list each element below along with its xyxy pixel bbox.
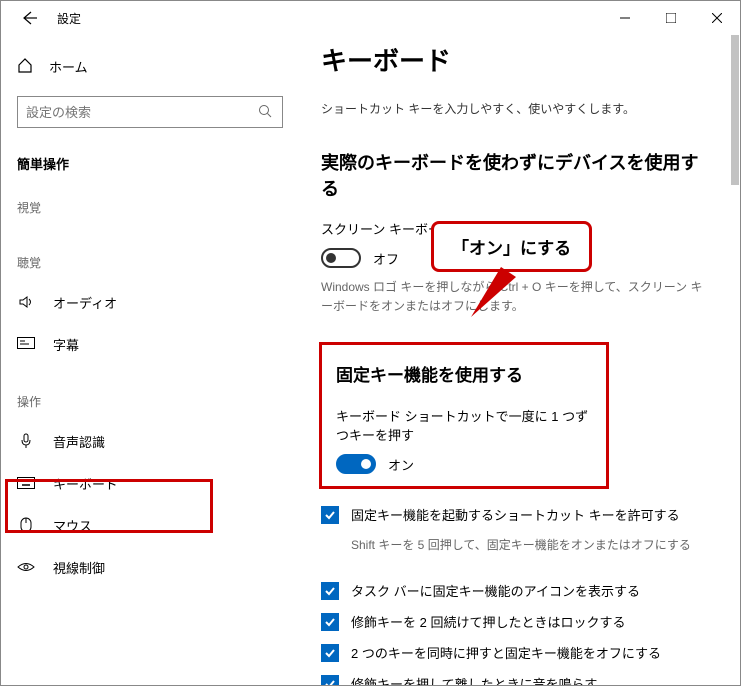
- page-title: キーボード: [321, 41, 708, 78]
- chk-two-label: 2 つのキーを同時に押すと固定キー機能をオフにする: [351, 643, 661, 662]
- sidebar-item-label: オーディオ: [53, 293, 117, 312]
- content-area: キーボード ショートカット キーを入力しやすく、使いやすくします。 実際のキーボ…: [299, 35, 740, 685]
- sidebar-item-label: キーボード: [53, 474, 118, 493]
- osk-hint: Windows ロゴ キーを押しながら Ctrl + O キーを押して、スクリー…: [321, 278, 708, 316]
- search-icon: [258, 104, 274, 121]
- close-button[interactable]: [694, 2, 740, 34]
- search-field[interactable]: [26, 105, 258, 120]
- group-vision: 視覚: [1, 189, 299, 226]
- audio-icon: [17, 294, 35, 310]
- sticky-toggle-state: オン: [388, 455, 414, 474]
- home-link[interactable]: ホーム: [1, 51, 299, 82]
- sticky-highlight: 固定キー機能を使用する キーボード ショートカットで一度に 1 つずつキーを押す…: [319, 342, 609, 489]
- sticky-label: キーボード ショートカットで一度に 1 つずつキーを押す: [336, 406, 592, 444]
- sidebar-item-audio[interactable]: オーディオ: [1, 281, 299, 323]
- chk-lock-label: 修飾キーを 2 回続けて押したときはロックする: [351, 612, 625, 631]
- mouse-icon: [17, 517, 35, 533]
- maximize-button[interactable]: [648, 2, 694, 34]
- group-interaction: 操作: [1, 383, 299, 420]
- chk-shortcut-label: 固定キー機能を起動するショートカット キーを許可する: [351, 505, 680, 524]
- sidebar-item-label: マウス: [53, 516, 92, 535]
- sidebar-item-label: 視線制御: [53, 558, 105, 577]
- sidebar-item-keyboard[interactable]: キーボード: [1, 462, 299, 504]
- sidebar-item-label: 音声認識: [53, 432, 105, 451]
- sidebar-item-speech[interactable]: 音声認識: [1, 420, 299, 462]
- home-label: ホーム: [49, 57, 88, 76]
- sidebar-item-eye[interactable]: 視線制御: [1, 546, 299, 588]
- chk-shortcut[interactable]: [321, 506, 339, 524]
- chk-taskbar-label: タスク バーに固定キー機能のアイコンを表示する: [351, 581, 640, 600]
- scrollbar[interactable]: [731, 35, 739, 185]
- chk-sound[interactable]: [321, 675, 339, 685]
- eye-icon: [17, 561, 35, 573]
- sticky-toggle[interactable]: [336, 454, 376, 474]
- osk-toggle-state: オフ: [373, 249, 399, 268]
- chk-lock[interactable]: [321, 613, 339, 631]
- window-title: 設定: [57, 10, 81, 27]
- chk-two[interactable]: [321, 644, 339, 662]
- back-button[interactable]: [17, 6, 41, 30]
- sidebar-item-captions[interactable]: 字幕: [1, 323, 299, 365]
- keyboard-icon: [17, 477, 35, 489]
- minimize-button[interactable]: [602, 2, 648, 34]
- mic-icon: [17, 433, 35, 449]
- section-osk-title: 実際のキーボードを使わずにデバイスを使用する: [321, 149, 708, 201]
- section-sticky-title: 固定キー機能を使用する: [336, 361, 592, 386]
- osk-label: スクリーン キーボードを使用する: [321, 219, 708, 238]
- sidebar: ホーム 簡単操作 視覚 聴覚 オーディオ 字幕 操作 音声認識 キーボード マウ…: [1, 35, 299, 685]
- page-description: ショートカット キーを入力しやすく、使いやすくします。: [321, 100, 708, 117]
- captions-icon: [17, 337, 35, 351]
- sidebar-item-mouse[interactable]: マウス: [1, 504, 299, 546]
- group-hearing: 聴覚: [1, 244, 299, 281]
- sidebar-item-label: 字幕: [53, 335, 79, 354]
- osk-toggle[interactable]: [321, 248, 361, 268]
- chk-taskbar[interactable]: [321, 582, 339, 600]
- home-icon: [17, 57, 35, 76]
- category-label: 簡単操作: [1, 146, 299, 189]
- chk-sound-label: 修飾キーを押して離したときに音を鳴らす: [351, 674, 597, 685]
- chk-shortcut-hint: Shift キーを 5 回押して、固定キー機能をオンまたはオフにする: [351, 536, 708, 553]
- search-input[interactable]: [17, 96, 283, 128]
